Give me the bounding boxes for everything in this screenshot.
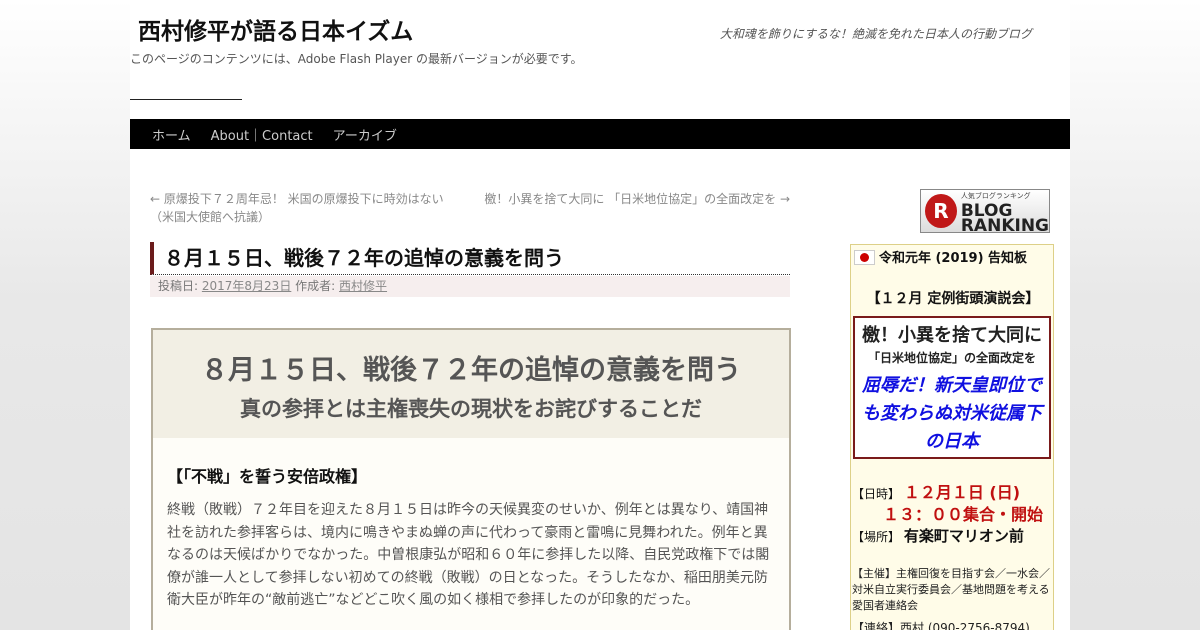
- next-post-link[interactable]: 檄！小異を捨て大同に 「日米地位協定」の全面改定を →: [484, 190, 790, 208]
- event-time-row: １３：００集合・開始: [883, 501, 1043, 525]
- event-title: 【１２月 定例街頭演説会】: [866, 291, 1040, 307]
- article-paragraph: 終戦（敗戦）７２年目を迎えた８月１５日は昨今の天候異変のせいか、例年とは異なり、…: [167, 502, 770, 608]
- nav-item-home[interactable]: ホーム: [142, 125, 201, 144]
- ranking-line2: RANKING: [960, 215, 1049, 236]
- posted-label: 投稿日:: [158, 279, 199, 293]
- event-date-row: 【日時】 １２月１日 (日): [852, 479, 1020, 503]
- event-slogan-3: 屈辱だ！新天皇即位でも変わらぬ対米従属下の日本: [862, 375, 1042, 452]
- event-time: １３：００集合・開始: [883, 505, 1044, 524]
- ranking-badge-icon: R: [925, 194, 957, 228]
- post-meta: 投稿日: 2017年8月23日 作成者: 西村修平: [150, 276, 790, 297]
- author-label: 作成者:: [295, 279, 336, 293]
- article-body: 【「不戦」を誓う安倍政権】 終戦（敗戦）７２年目を迎えた８月１５日は昨今の天候異…: [153, 438, 789, 612]
- flash-player-notice: このページのコンテンツには、Adobe Flash Player の最新バージョ…: [130, 52, 583, 66]
- article-header: ８月１５日、戦後７２年の追悼の意義を問う 真の参拝とは主権喪失の現状をお詫びする…: [153, 330, 789, 438]
- site-title[interactable]: 西村修平が語る日本イズム: [138, 12, 413, 46]
- event-place-row: 【場所】 有楽町マリオン前: [852, 525, 1024, 546]
- event-date: １２月１日 (日): [903, 483, 1021, 502]
- main-nav: ホーム About｜Contact アーカイブ: [130, 119, 1070, 149]
- notice-board: 令和元年 (2019) 告知板 【１２月 定例街頭演説会】 檄！小異を捨て大同に…: [850, 244, 1054, 630]
- event-contact: 【連絡】西村 (090-2756-8794): [852, 621, 1030, 630]
- article-subheading: 真の参拝とは主権喪失の現状をお詫びすることだ: [240, 397, 702, 421]
- article-heading: ８月１５日、戦後７２年の追悼の意義を問う: [201, 355, 741, 386]
- ranking-text: 人気ブログランキング BLOG RANKING: [960, 189, 1049, 236]
- post-date-link[interactable]: 2017年8月23日: [202, 279, 291, 293]
- prev-post-link[interactable]: ← 原爆投下７２周年忌！ 米国の原爆投下に時効はない（米国大使館へ抗議）: [150, 190, 460, 226]
- event-slogan-1: 檄！小異を捨て大同に: [862, 325, 1042, 346]
- blog-ranking-banner[interactable]: R 人気ブログランキング BLOG RANKING: [920, 189, 1050, 236]
- event-organizers: 【主催】主権回復を目指す会／一水会／対米自立実行委員会／基地問題を考える愛国者連…: [852, 567, 1050, 612]
- header-divider: [130, 99, 242, 100]
- post-title: ８月１５日、戦後７２年の追悼の意義を問う: [150, 242, 790, 275]
- page-container: 西村修平が語る日本イズム 大和魂を飾りにするな！絶滅を免れた日本人の行動ブログ …: [130, 0, 1070, 630]
- article-content: ８月１５日、戦後７２年の追悼の意義を問う 真の参拝とは主権喪失の現状をお詫びする…: [151, 328, 791, 630]
- site-description: 大和魂を飾りにするな！絶滅を免れた日本人の行動ブログ: [719, 27, 1032, 41]
- notice-board-title: 令和元年 (2019) 告知板: [878, 251, 1028, 266]
- event-banner: 檄！小異を捨て大同に 「日米地位協定」の全面改定を 屈辱だ！新天皇即位でも変わら…: [853, 316, 1051, 459]
- nav-item-archive[interactable]: アーカイブ: [323, 125, 407, 144]
- event-slogan-2: 「日米地位協定」の全面改定を: [867, 351, 1036, 365]
- date-label: 【日時】: [852, 487, 901, 501]
- nav-item-about-contact[interactable]: About｜Contact: [201, 125, 323, 144]
- section-title: 【「不戦」を誓う安倍政権】: [167, 467, 368, 486]
- event-place: 有楽町マリオン前: [903, 527, 1024, 545]
- post-author-link[interactable]: 西村修平: [339, 279, 387, 293]
- place-label: 【場所】: [852, 530, 901, 544]
